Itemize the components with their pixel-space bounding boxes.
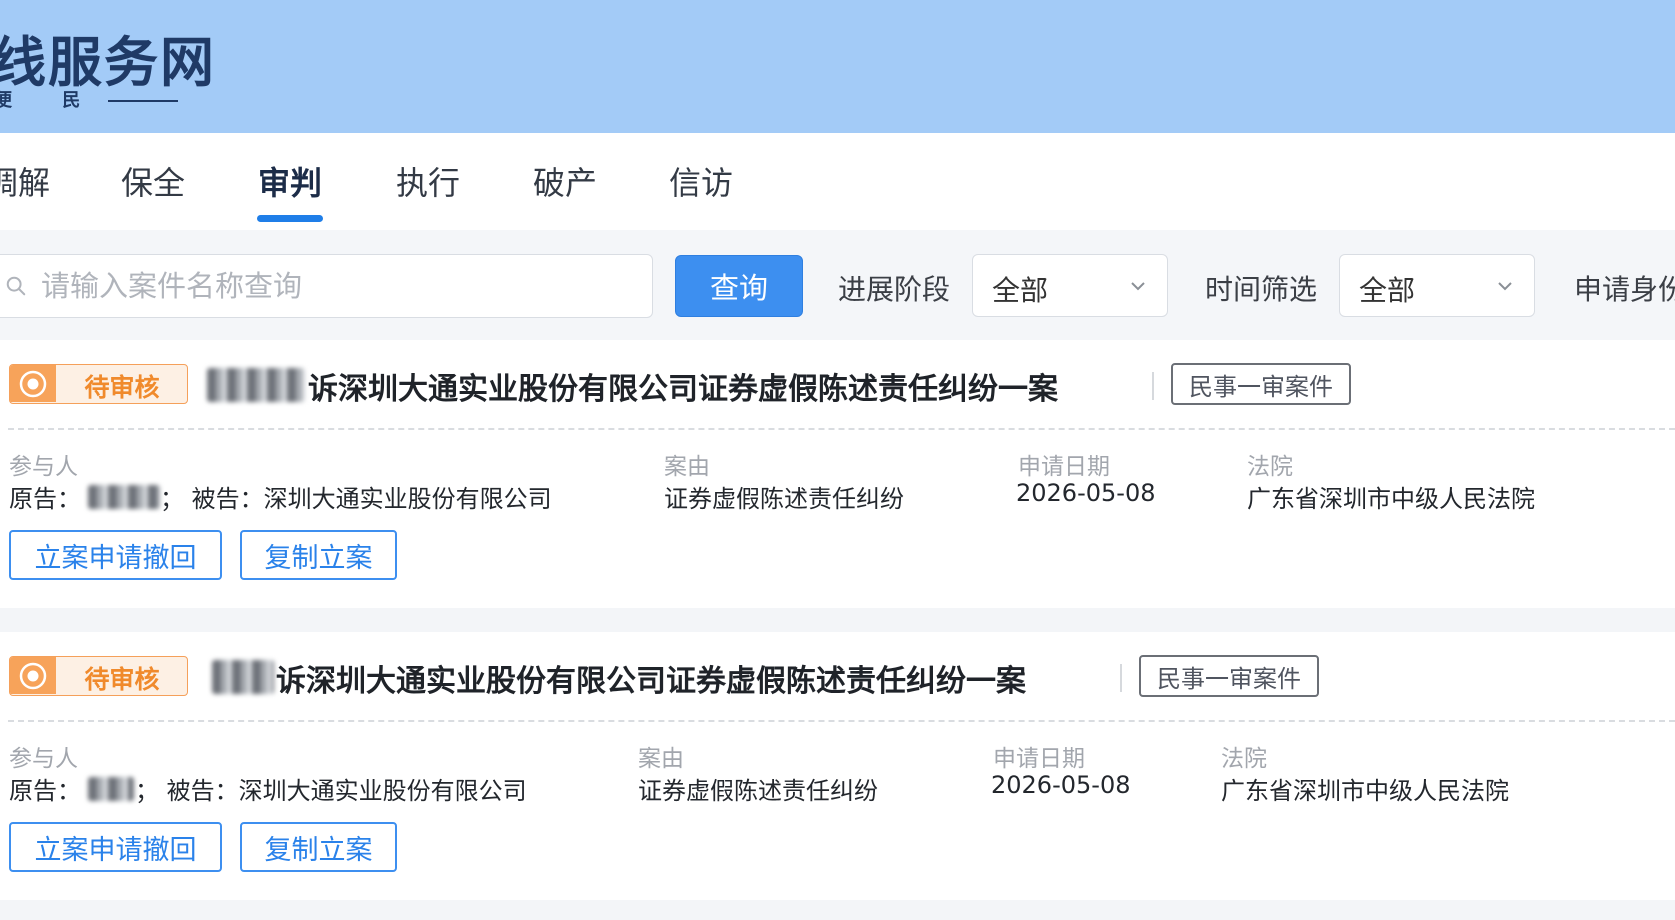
identity-label: 申请身份 xyxy=(1574,273,1675,306)
defendant-text: ； 被告：深圳大通实业股份有限公司 xyxy=(160,485,552,513)
court-label: 法院 xyxy=(1221,746,1267,772)
chevron-down-icon xyxy=(1131,282,1145,291)
main-nav: 调解 保全 审判 执行 破产 信访 xyxy=(0,133,1675,230)
participants-label: 参与人 xyxy=(9,454,78,480)
search-box[interactable] xyxy=(0,254,653,318)
court-value: 广东省深圳市中级人民法院 xyxy=(1221,777,1509,805)
withdraw-button[interactable]: 立案申请撤回 xyxy=(9,822,222,872)
tab-execution[interactable]: 执行 xyxy=(396,158,460,204)
time-select[interactable]: 全部 xyxy=(1339,254,1535,317)
logo-divider xyxy=(108,100,178,102)
search-icon xyxy=(6,276,26,296)
status-text: 待审核 xyxy=(84,665,160,694)
case-type-tag: 民事一审案件 xyxy=(1139,655,1319,697)
tab-mediation[interactable]: 调解 xyxy=(0,158,50,204)
tab-preservation[interactable]: 保全 xyxy=(121,158,185,204)
participants-label: 参与人 xyxy=(9,746,78,772)
copy-case-button[interactable]: 复制立案 xyxy=(240,530,397,580)
case-card: 待审核 诉深圳大通实业股份有限公司证券虚假陈述责任纠纷一案 民事一审案件 参与人… xyxy=(0,340,1675,608)
case-title[interactable]: 诉深圳大通实业股份有限公司证券虚假陈述责任纠纷一案 xyxy=(308,364,1058,408)
status-text: 待审核 xyxy=(84,373,160,402)
status-badge: 待审核 xyxy=(9,656,188,696)
plaintiff-prefix: 原告： xyxy=(9,485,81,513)
date-label: 申请日期 xyxy=(993,746,1085,772)
query-button[interactable]: 查询 xyxy=(675,255,803,317)
redacted-name xyxy=(207,368,305,402)
court-value: 广东省深圳市中级人民法院 xyxy=(1247,485,1535,513)
divider xyxy=(1120,664,1122,692)
tab-petition[interactable]: 信访 xyxy=(669,158,733,204)
site-header: 线服务网 便 民 xyxy=(0,0,1675,133)
withdraw-button[interactable]: 立案申请撤回 xyxy=(9,530,222,580)
stage-select[interactable]: 全部 xyxy=(972,254,1168,317)
divider xyxy=(1152,372,1154,400)
plaintiff-prefix: 原告： xyxy=(9,777,81,805)
status-badge: 待审核 xyxy=(9,364,188,404)
court-label: 法院 xyxy=(1247,454,1293,480)
case-title[interactable]: 诉深圳大通实业股份有限公司证券虚假陈述责任纠纷一案 xyxy=(276,656,1026,700)
case-type-tag: 民事一审案件 xyxy=(1171,363,1351,405)
defendant-text: ； 被告：深圳大通实业股份有限公司 xyxy=(135,777,527,805)
time-select-value: 全部 xyxy=(1359,274,1416,307)
dashed-divider xyxy=(8,428,1675,430)
redacted-plaintiff xyxy=(88,485,160,509)
redacted-plaintiff xyxy=(88,777,134,801)
tab-bankruptcy[interactable]: 破产 xyxy=(533,158,597,204)
cause-value: 证券虚假陈述责任纠纷 xyxy=(638,777,878,805)
site-logo-subtitle: 便 民 xyxy=(0,90,103,111)
cause-label: 案由 xyxy=(638,746,684,772)
cause-label: 案由 xyxy=(664,454,710,480)
date-value: 2026-05-08 xyxy=(1016,479,1156,507)
stage-label: 进展阶段 xyxy=(838,273,951,306)
active-tab-indicator xyxy=(257,215,323,222)
filter-bar: 查询 进展阶段 全部 时间筛选 全部 申请身份 xyxy=(0,230,1675,340)
tab-trial[interactable]: 审判 xyxy=(258,158,322,204)
stage-select-value: 全部 xyxy=(992,274,1049,307)
date-value: 2026-05-08 xyxy=(991,771,1131,799)
date-label: 申请日期 xyxy=(1018,454,1110,480)
search-input[interactable] xyxy=(41,263,631,309)
dashed-divider xyxy=(8,720,1675,722)
redacted-name xyxy=(212,660,274,694)
case-card: 待审核 诉深圳大通实业股份有限公司证券虚假陈述责任纠纷一案 民事一审案件 参与人… xyxy=(0,632,1675,900)
clock-icon xyxy=(10,657,56,694)
time-label: 时间筛选 xyxy=(1205,273,1318,306)
chevron-down-icon xyxy=(1498,282,1512,291)
clock-icon xyxy=(10,365,56,402)
copy-case-button[interactable]: 复制立案 xyxy=(240,822,397,872)
cause-value: 证券虚假陈述责任纠纷 xyxy=(664,485,904,513)
